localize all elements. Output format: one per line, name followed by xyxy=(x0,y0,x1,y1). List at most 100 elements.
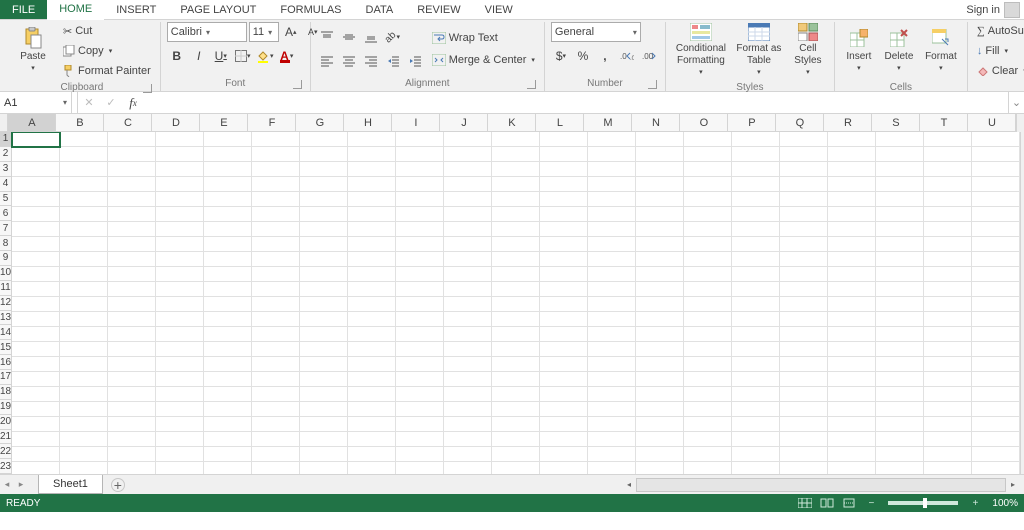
cell-H18[interactable] xyxy=(348,387,396,402)
cell-F12[interactable] xyxy=(252,297,300,312)
cell-T19[interactable] xyxy=(924,402,972,417)
cell-Q5[interactable] xyxy=(780,192,828,207)
cell-L18[interactable] xyxy=(540,387,588,402)
zoom-in-button[interactable]: + xyxy=(964,496,986,510)
column-header-D[interactable]: D xyxy=(152,114,200,131)
cell-F16[interactable] xyxy=(252,357,300,372)
cell-P5[interactable] xyxy=(732,192,780,207)
cell-J17[interactable] xyxy=(444,372,492,387)
autosum-button[interactable]: ∑AutoSum▾ xyxy=(974,22,1024,40)
cell-B8[interactable] xyxy=(60,237,108,252)
cell-K9[interactable] xyxy=(492,252,540,267)
cell-F17[interactable] xyxy=(252,372,300,387)
cell-K20[interactable] xyxy=(492,417,540,432)
cell-S15[interactable] xyxy=(876,342,924,357)
cell-T4[interactable] xyxy=(924,177,972,192)
cell-I23[interactable] xyxy=(396,462,444,474)
cell-G23[interactable] xyxy=(300,462,348,474)
new-sheet-button[interactable]: + xyxy=(111,478,125,492)
font-name-combo[interactable]: Calibri▾ xyxy=(167,22,247,42)
column-header-P[interactable]: P xyxy=(728,114,776,131)
cell-A14[interactable] xyxy=(12,327,60,342)
cell-N17[interactable] xyxy=(636,372,684,387)
cell-U9[interactable] xyxy=(972,252,1020,267)
tab-review[interactable]: REVIEW xyxy=(405,0,472,19)
cell-D20[interactable] xyxy=(156,417,204,432)
row-header-13[interactable]: 13 xyxy=(0,311,12,326)
column-header-R[interactable]: R xyxy=(824,114,872,131)
row-header-10[interactable]: 10 xyxy=(0,266,12,281)
cell-F14[interactable] xyxy=(252,327,300,342)
cell-M10[interactable] xyxy=(588,267,636,282)
cell-D15[interactable] xyxy=(156,342,204,357)
cell-A20[interactable] xyxy=(12,417,60,432)
cell-M16[interactable] xyxy=(588,357,636,372)
cell-S10[interactable] xyxy=(876,267,924,282)
cell-E16[interactable] xyxy=(204,357,252,372)
bold-button[interactable]: B xyxy=(167,46,187,66)
cell-K2[interactable] xyxy=(492,147,540,162)
cell-H22[interactable] xyxy=(348,447,396,462)
cell-T16[interactable] xyxy=(924,357,972,372)
cell-G18[interactable] xyxy=(300,387,348,402)
cell-B2[interactable] xyxy=(60,147,108,162)
row-header-5[interactable]: 5 xyxy=(0,192,12,207)
cell-C12[interactable] xyxy=(108,297,156,312)
cell-G14[interactable] xyxy=(300,327,348,342)
cell-A19[interactable] xyxy=(12,402,60,417)
cell-H13[interactable] xyxy=(348,312,396,327)
cell-T11[interactable] xyxy=(924,282,972,297)
cell-F3[interactable] xyxy=(252,162,300,177)
cell-J20[interactable] xyxy=(444,417,492,432)
cell-C1[interactable] xyxy=(108,132,156,147)
cell-G7[interactable] xyxy=(300,222,348,237)
cell-S11[interactable] xyxy=(876,282,924,297)
cell-C21[interactable] xyxy=(108,432,156,447)
column-header-S[interactable]: S xyxy=(872,114,920,131)
cell-D13[interactable] xyxy=(156,312,204,327)
cell-T15[interactable] xyxy=(924,342,972,357)
row-header-16[interactable]: 16 xyxy=(0,355,12,370)
cell-B16[interactable] xyxy=(60,357,108,372)
row-header-12[interactable]: 12 xyxy=(0,296,12,311)
cell-B5[interactable] xyxy=(60,192,108,207)
cell-A13[interactable] xyxy=(12,312,60,327)
column-header-J[interactable]: J xyxy=(440,114,488,131)
cell-B17[interactable] xyxy=(60,372,108,387)
cell-K4[interactable] xyxy=(492,177,540,192)
align-center-button[interactable] xyxy=(339,51,359,71)
cell-B14[interactable] xyxy=(60,327,108,342)
page-layout-view-button[interactable] xyxy=(816,496,838,510)
tab-data[interactable]: DATA xyxy=(354,0,406,19)
clipboard-launcher[interactable] xyxy=(143,84,152,93)
cell-R1[interactable] xyxy=(828,132,876,147)
cell-I22[interactable] xyxy=(396,447,444,462)
cell-C10[interactable] xyxy=(108,267,156,282)
cell-O18[interactable] xyxy=(684,387,732,402)
cell-M20[interactable] xyxy=(588,417,636,432)
cell-R14[interactable] xyxy=(828,327,876,342)
cell-L3[interactable] xyxy=(540,162,588,177)
cell-R7[interactable] xyxy=(828,222,876,237)
cell-R11[interactable] xyxy=(828,282,876,297)
zoom-level[interactable]: 100% xyxy=(992,498,1018,509)
cell-G5[interactable] xyxy=(300,192,348,207)
select-all-corner[interactable] xyxy=(0,114,8,131)
cell-K18[interactable] xyxy=(492,387,540,402)
cell-T1[interactable] xyxy=(924,132,972,147)
expand-formula-bar-button[interactable]: ⌄ xyxy=(1008,92,1024,113)
cell-L4[interactable] xyxy=(540,177,588,192)
cell-L2[interactable] xyxy=(540,147,588,162)
borders-button[interactable]: ▾ xyxy=(233,46,253,66)
cell-I1[interactable] xyxy=(396,132,444,147)
cell-F15[interactable] xyxy=(252,342,300,357)
cell-N23[interactable] xyxy=(636,462,684,474)
cell-R13[interactable] xyxy=(828,312,876,327)
cell-N9[interactable] xyxy=(636,252,684,267)
cell-T17[interactable] xyxy=(924,372,972,387)
cell-G2[interactable] xyxy=(300,147,348,162)
cell-M23[interactable] xyxy=(588,462,636,474)
cell-H8[interactable] xyxy=(348,237,396,252)
cell-L15[interactable] xyxy=(540,342,588,357)
cell-U18[interactable] xyxy=(972,387,1020,402)
